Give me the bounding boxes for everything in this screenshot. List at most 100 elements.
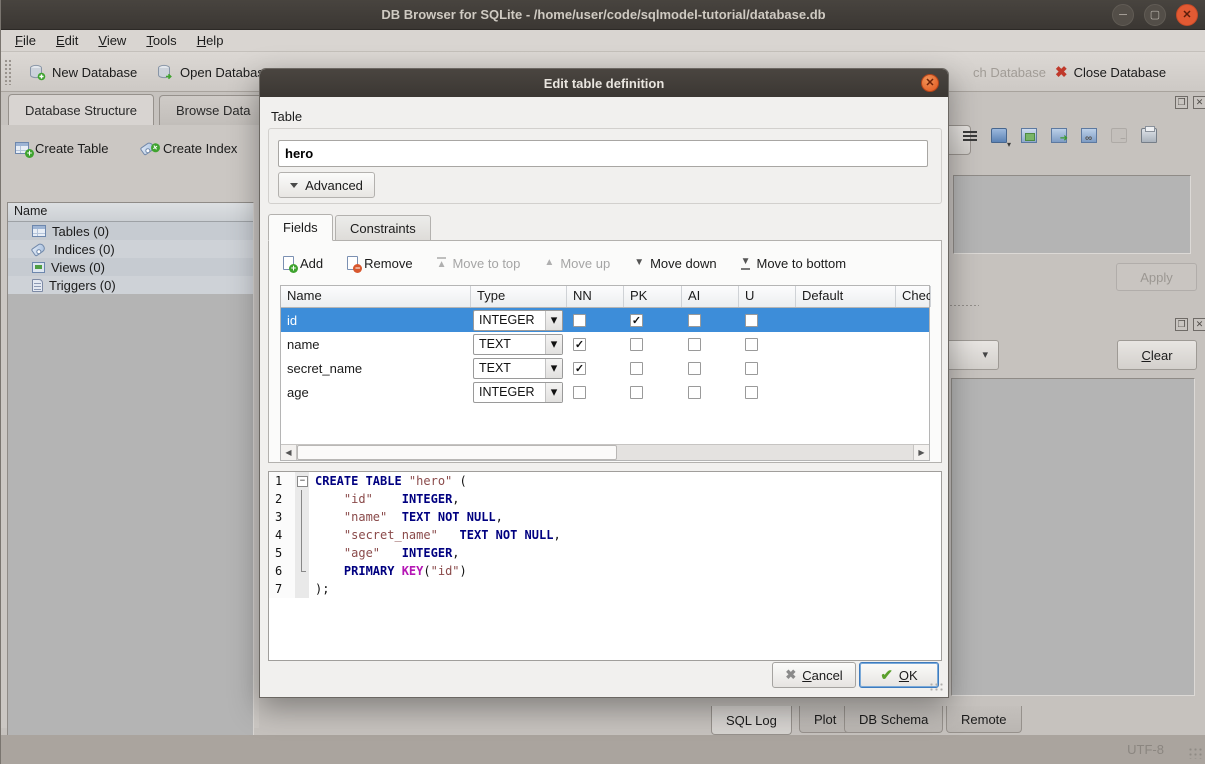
column-header-check[interactable]: Check	[896, 286, 931, 307]
check-cell[interactable]	[896, 332, 931, 356]
tree-item-triggers[interactable]: Triggers (0)	[8, 276, 253, 294]
menu-help[interactable]: Help	[187, 31, 234, 50]
toolbar-grip[interactable]	[4, 59, 11, 85]
ai-checkbox[interactable]	[688, 362, 701, 375]
export-save-icon[interactable]	[1021, 128, 1037, 143]
scrollbar-thumb[interactable]	[297, 445, 617, 460]
chevron-down-icon[interactable]: ▾	[545, 311, 562, 330]
dialog-titlebar[interactable]: Edit table definition ✕	[260, 69, 948, 97]
dock-separator-handle[interactable]	[949, 304, 979, 307]
tab-fields[interactable]: Fields	[268, 214, 333, 241]
dialog-close-button[interactable]: ✕	[921, 74, 939, 92]
pk-checkbox[interactable]: ✓	[630, 314, 643, 327]
type-combobox[interactable]: INTEGER▾	[473, 310, 563, 331]
scrollbar-track[interactable]	[297, 445, 913, 460]
resize-grip[interactable]	[1188, 747, 1202, 759]
default-cell[interactable]	[796, 332, 896, 356]
chevron-down-icon[interactable]: ▾	[545, 383, 562, 402]
bottom-tab-db-schema[interactable]: DB Schema	[844, 706, 943, 733]
ok-button[interactable]: ✔ OK	[859, 662, 939, 688]
u-checkbox[interactable]	[745, 386, 758, 399]
chevron-down-icon[interactable]: ▾	[545, 359, 562, 378]
nn-checkbox[interactable]	[573, 314, 586, 327]
column-header-pk[interactable]: PK	[624, 286, 682, 307]
window-titlebar[interactable]: DB Browser for SQLite - /home/user/code/…	[1, 0, 1205, 30]
type-combobox[interactable]: TEXT▾	[473, 334, 563, 355]
column-header-u[interactable]: U	[739, 286, 796, 307]
menu-tools[interactable]: Tools	[136, 31, 186, 50]
bottom-tab-sql-log[interactable]: SQL Log	[711, 706, 792, 735]
tree-item-tables[interactable]: Tables (0)	[8, 222, 253, 240]
check-cell[interactable]	[896, 308, 931, 332]
column-header-ai[interactable]: AI	[682, 286, 739, 307]
tab-constraints[interactable]: Constraints	[335, 215, 431, 241]
attach-database-button-partial[interactable]: ch Database	[967, 58, 1052, 86]
table-name-input[interactable]	[278, 140, 928, 167]
column-header-default[interactable]: Default	[796, 286, 896, 307]
ai-checkbox[interactable]	[688, 314, 701, 327]
field-name-cell[interactable]: secret_name	[281, 356, 471, 380]
tab-database-structure[interactable]: Database Structure	[8, 94, 154, 125]
import-file-icon[interactable]	[991, 128, 1007, 143]
link-icon[interactable]	[1081, 128, 1097, 143]
bottom-tab-remote[interactable]: Remote	[946, 706, 1022, 733]
default-cell[interactable]	[796, 380, 896, 404]
menu-edit[interactable]: Edit	[46, 31, 88, 50]
open-external-icon[interactable]	[1051, 128, 1067, 143]
create-index-button[interactable]: Create Index	[141, 135, 237, 161]
nn-checkbox[interactable]: ✓	[573, 362, 586, 375]
dock-close-icon[interactable]: ✕	[1193, 318, 1205, 331]
create-table-button[interactable]: Create Table	[15, 135, 108, 161]
u-checkbox[interactable]	[745, 362, 758, 375]
field-row-id[interactable]: idINTEGER▾ ✓	[281, 308, 929, 332]
field-row-secret_name[interactable]: secret_nameTEXT▾ ✓	[281, 356, 929, 380]
close-database-button[interactable]: ✖ Close Database	[1049, 58, 1172, 86]
move-to-bottom-button[interactable]: ▼Move to bottom	[741, 256, 847, 271]
ai-checkbox[interactable]	[688, 386, 701, 399]
scroll-left-icon[interactable]: ◀	[281, 445, 297, 460]
advanced-toggle-button[interactable]: Advanced	[278, 172, 375, 198]
dock-float-icon[interactable]: ❐	[1175, 318, 1188, 331]
new-database-button[interactable]: New Database	[23, 58, 143, 86]
add-button[interactable]: Add	[283, 256, 323, 271]
nn-checkbox[interactable]	[573, 386, 586, 399]
u-checkbox[interactable]	[745, 314, 758, 327]
dock-close-icon[interactable]: ✕	[1193, 96, 1205, 109]
apply-button[interactable]: Apply	[1116, 263, 1197, 291]
column-header-name[interactable]: Name	[281, 286, 471, 307]
field-row-age[interactable]: ageINTEGER▾	[281, 380, 929, 404]
field-name-cell[interactable]: id	[281, 308, 471, 332]
tree-item-indices[interactable]: Indices (0)	[8, 240, 253, 258]
sql-preview-editor[interactable]: 1CREATE TABLE "hero" (2 "id" INTEGER,3 "…	[268, 471, 942, 661]
tab-browse-data[interactable]: Browse Data	[159, 95, 267, 125]
field-name-cell[interactable]: age	[281, 380, 471, 404]
pk-checkbox[interactable]	[630, 338, 643, 351]
nn-checkbox[interactable]: ✓	[573, 338, 586, 351]
dialog-resize-grip[interactable]	[929, 682, 943, 693]
remove-button[interactable]: Remove	[347, 256, 412, 271]
menu-file[interactable]: File	[5, 31, 46, 50]
u-checkbox[interactable]	[745, 338, 758, 351]
tree-item-views[interactable]: Views (0)	[8, 258, 253, 276]
field-row-name[interactable]: nameTEXT▾✓	[281, 332, 929, 356]
minimize-button[interactable]: ─	[1112, 4, 1134, 26]
column-header-nn[interactable]: NN	[567, 286, 624, 307]
pk-checkbox[interactable]	[630, 386, 643, 399]
chevron-down-icon[interactable]: ▾	[545, 335, 562, 354]
column-header-type[interactable]: Type	[471, 286, 567, 307]
move-down-button[interactable]: ▼Move down	[634, 256, 716, 271]
cell-editor-textarea[interactable]	[953, 175, 1191, 254]
scroll-right-icon[interactable]: ▶	[913, 445, 929, 460]
type-combobox[interactable]: INTEGER▾	[473, 382, 563, 403]
clear-button[interactable]: Clear	[1117, 340, 1197, 370]
print-icon[interactable]	[1141, 128, 1157, 143]
type-combobox[interactable]: TEXT▾	[473, 358, 563, 379]
tree-header-name[interactable]: Name	[8, 203, 253, 222]
cancel-button[interactable]: ✖ Cancel	[772, 662, 856, 688]
check-cell[interactable]	[896, 380, 931, 404]
word-wrap-icon[interactable]	[963, 131, 977, 143]
set-null-icon[interactable]	[1111, 128, 1127, 143]
grid-horizontal-scrollbar[interactable]: ◀ ▶	[281, 444, 929, 460]
close-button[interactable]: ✕	[1176, 4, 1198, 26]
default-cell[interactable]	[796, 308, 896, 332]
